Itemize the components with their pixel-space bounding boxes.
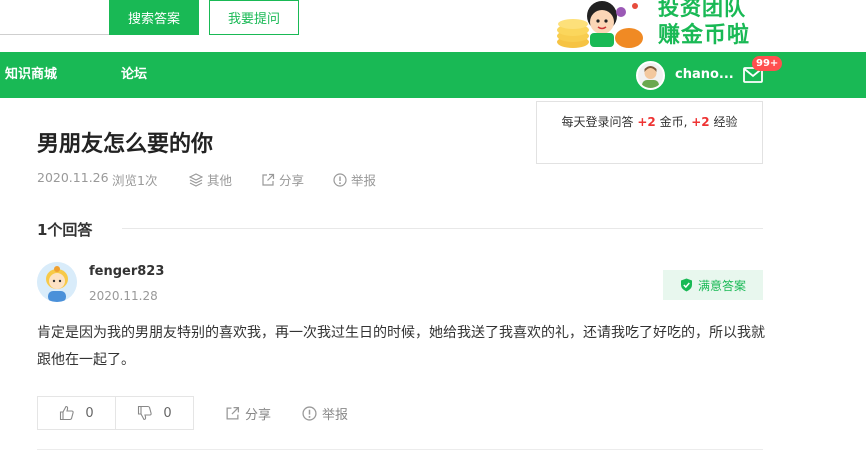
nav-item-forum[interactable]: 论坛	[121, 52, 147, 98]
login-reward-tooltip: 每天登录问答 +2 金币, +2 经验	[536, 101, 763, 164]
question-share[interactable]: 分享	[261, 170, 304, 189]
main-navbar: 知识商城 论坛 chano... 99+	[0, 52, 866, 98]
layers-icon	[189, 172, 203, 187]
search-input[interactable]	[0, 0, 110, 35]
question-category[interactable]: 其他	[189, 170, 232, 189]
tooltip-exp-text: 经验	[713, 115, 738, 129]
answer-avatar[interactable]	[37, 262, 77, 302]
question-report[interactable]: 举报	[333, 170, 376, 189]
answers-divider	[122, 228, 763, 229]
thumb-down-icon	[138, 405, 153, 421]
answer-report-label: 举报	[322, 408, 349, 423]
nav-item-knowledge-mall[interactable]: 知识商城	[5, 52, 57, 98]
user-avatar[interactable]	[636, 61, 665, 90]
ask-question-button[interactable]: 我要提问	[209, 0, 299, 35]
coins-mascot-illustration	[557, 1, 643, 48]
thumb-up-icon	[60, 405, 75, 421]
answer-share-label: 分享	[245, 408, 272, 423]
tooltip-prefix: 每天登录问答	[561, 115, 634, 129]
question-date: 2020.11.26	[37, 170, 109, 185]
share-icon	[226, 406, 240, 420]
promo-banner[interactable]: 投资团队 赚金币啦	[555, 0, 785, 50]
like-count: 0	[85, 405, 94, 421]
shield-check-icon	[680, 278, 692, 292]
message-count-badge: 99+	[752, 56, 783, 71]
share-icon	[262, 173, 275, 186]
category-label: 其他	[207, 173, 233, 188]
question-views: 浏览1次	[112, 173, 158, 188]
question-title: 男朋友怎么要的你	[37, 132, 214, 157]
search-answer-button[interactable]: 搜索答案	[109, 0, 199, 35]
tooltip-exp-plus: +2	[691, 115, 710, 129]
report-icon	[333, 172, 347, 187]
answer-text: 肯定是因为我的男朋友特别的喜欢我，再一次我过生日的时候，她给我送了我喜欢的礼，还…	[37, 325, 765, 368]
share-label: 分享	[279, 173, 305, 188]
answer-date: 2020.11.28	[89, 289, 158, 303]
answer-report-button[interactable]: 举报	[302, 404, 348, 423]
answers-count: 1个回答	[37, 221, 93, 239]
tooltip-coin-text: 金币,	[659, 115, 688, 129]
nav-username[interactable]: chano...	[675, 52, 734, 98]
top-header: 搜索答案 我要提问 投资团队 赚金币啦	[0, 0, 866, 52]
dislike-count: 0	[163, 405, 172, 421]
best-answer-badge: 满意答案	[663, 270, 763, 300]
best-answer-label: 满意答案	[697, 278, 746, 293]
like-button[interactable]: 0	[37, 396, 116, 430]
report-icon	[302, 406, 317, 421]
tooltip-coin-plus: +2	[637, 115, 656, 129]
answer-divider	[37, 449, 763, 450]
dislike-button[interactable]: 0	[115, 396, 194, 430]
answer-username[interactable]: fenger823	[89, 264, 164, 279]
report-label: 举报	[351, 173, 377, 188]
promo-line-2: 赚金币啦	[658, 23, 751, 48]
answer-share-button[interactable]: 分享	[225, 404, 271, 423]
